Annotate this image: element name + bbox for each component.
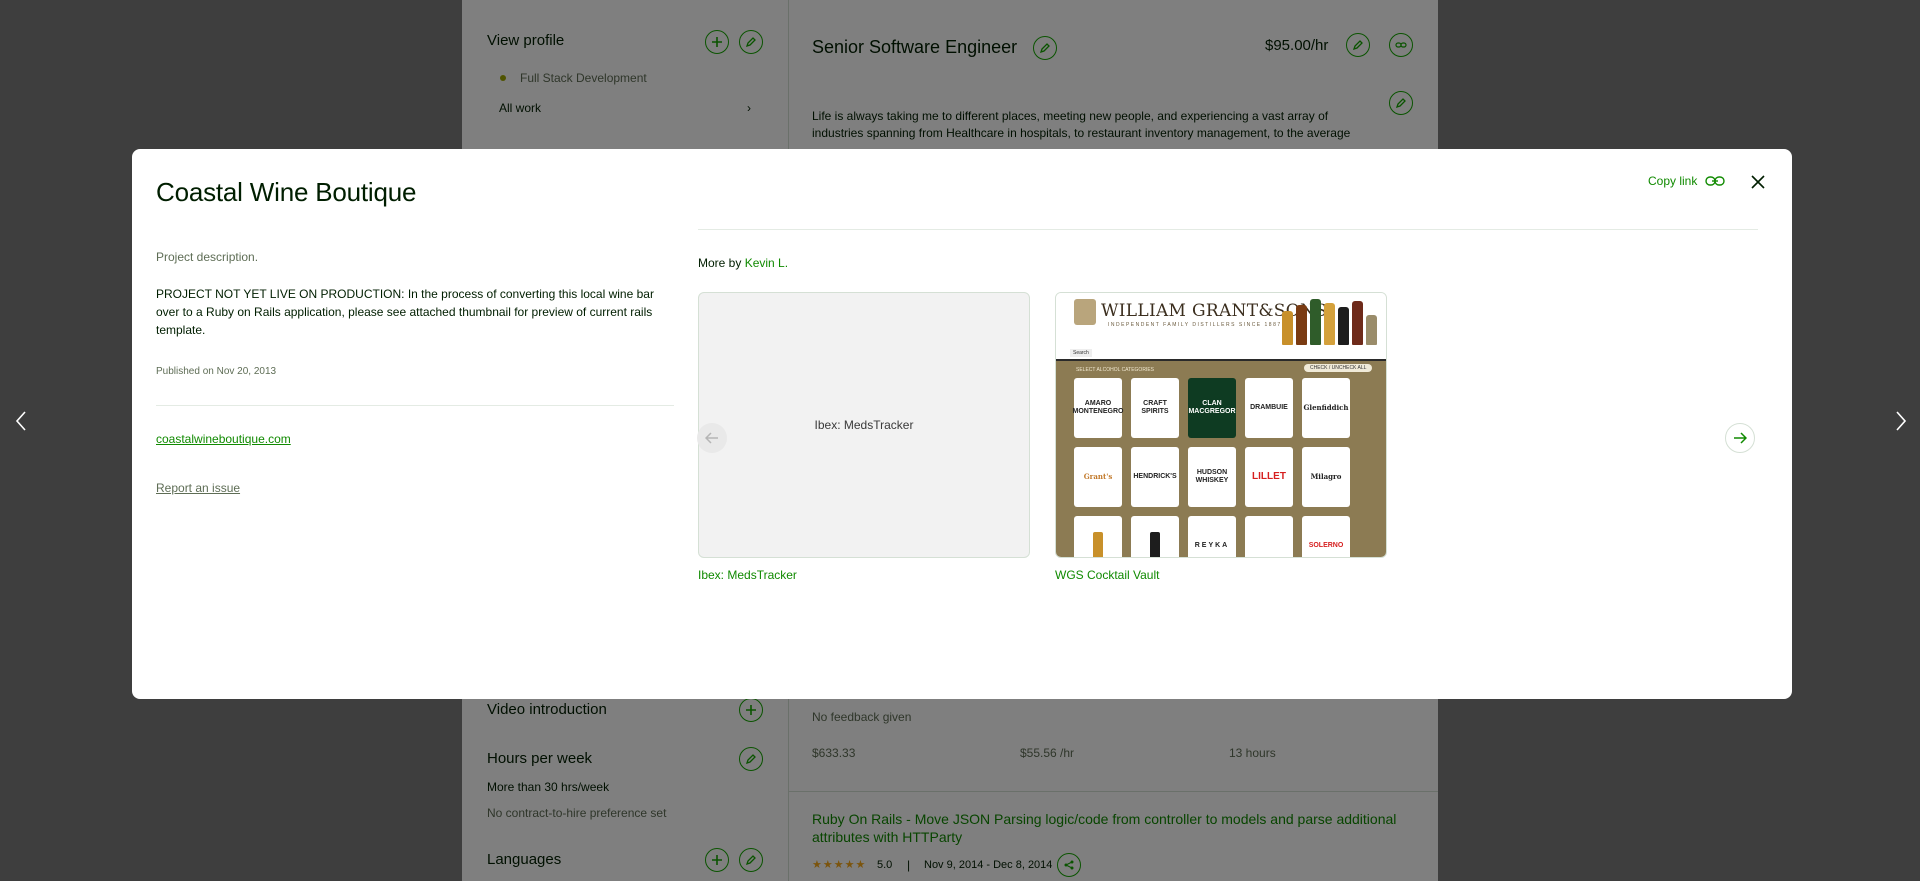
close-icon <box>1751 175 1765 189</box>
published-date: Published on Nov 20, 2013 <box>156 366 277 377</box>
brand-tile: HUDSON WHISKEY <box>1188 447 1236 507</box>
carousel-next-button[interactable] <box>1725 423 1755 453</box>
bottles-image <box>1282 297 1377 345</box>
arrow-left-icon <box>705 432 718 444</box>
chevron-right-icon <box>1896 411 1907 431</box>
project-thumbnail[interactable]: WILLIAM GRANT&SONS INDEPENDENT FAMILY DI… <box>1055 292 1387 558</box>
search-tab: Search <box>1070 349 1092 357</box>
thumbnail-placeholder-text: Ibex: MedsTracker <box>814 418 914 432</box>
brand-tile: CLAN MACGREGOR <box>1188 378 1236 438</box>
header-divider <box>698 229 1758 230</box>
project-thumbnail[interactable]: Ibex: MedsTracker <box>698 292 1030 558</box>
project-card[interactable]: WILLIAM GRANT&SONS INDEPENDENT FAMILY DI… <box>1055 292 1387 582</box>
brand-tile: LILLET <box>1245 447 1293 507</box>
brand-tile <box>1245 516 1293 557</box>
brand-grid: AMARO MONTENEGRO CRAFT SPIRITS CLAN MACG… <box>1073 378 1350 557</box>
brand-tile: DRAMBUIE <box>1245 378 1293 438</box>
brand-tile <box>1131 516 1179 557</box>
project-title: Coastal Wine Boutique <box>156 177 417 207</box>
chevron-left-icon <box>15 411 26 431</box>
copy-link-label: Copy link <box>1648 174 1698 188</box>
link-icon <box>1705 176 1726 186</box>
report-issue-link[interactable]: Report an issue <box>156 481 240 495</box>
project-modal: Coastal Wine Boutique Copy link Project … <box>132 149 1792 699</box>
arrow-right-icon <box>1734 432 1747 444</box>
project-card-title[interactable]: WGS Cocktail Vault <box>1055 568 1387 582</box>
close-button[interactable] <box>1746 170 1770 194</box>
description-label: Project description. <box>156 250 259 264</box>
brand-tile: AMARO MONTENEGRO <box>1073 378 1123 438</box>
brand-tagline: INDEPENDENT FAMILY DISTILLERS SINCE 1887 <box>1108 322 1282 328</box>
crest-logo <box>1074 299 1096 325</box>
project-card[interactable]: Ibex: MedsTracker Ibex: MedsTracker <box>698 292 1030 582</box>
author-link[interactable]: Kevin L. <box>745 256 788 270</box>
brand-tile: CRAFT SPIRITS <box>1131 378 1179 438</box>
check-all-label: CHECK / UNCHECK ALL <box>1304 364 1373 372</box>
select-categories-label: SELECT ALCOHOL CATEGORIES <box>1076 367 1154 373</box>
brand-tile: REYKA <box>1188 516 1236 557</box>
brand-tile: Grant's <box>1074 447 1122 507</box>
brand-tile: HENDRICK'S <box>1131 447 1179 507</box>
copy-link-button[interactable]: Copy link <box>1648 174 1726 188</box>
brand-tile: Milagro <box>1302 447 1350 507</box>
more-by-heading: More by Kevin L. <box>698 256 788 270</box>
previous-project-button[interactable] <box>8 408 34 434</box>
project-website-link[interactable]: coastalwineboutique.com <box>156 432 291 446</box>
thumbnail-header: WILLIAM GRANT&SONS INDEPENDENT FAMILY DI… <box>1056 293 1386 361</box>
brand-tile: SOLERNO <box>1302 516 1350 557</box>
category-panel: SELECT ALCOHOL CATEGORIES CHECK / UNCHEC… <box>1056 361 1386 557</box>
next-project-button[interactable] <box>1888 408 1914 434</box>
project-description: PROJECT NOT YET LIVE ON PRODUCTION: In t… <box>156 287 654 337</box>
brand-tile: Glenfiddich <box>1302 378 1350 438</box>
more-by-prefix: More by <box>698 256 745 270</box>
project-card-title[interactable]: Ibex: MedsTracker <box>698 568 1030 582</box>
divider <box>156 405 674 406</box>
carousel-prev-button[interactable] <box>697 423 727 453</box>
brand-tile <box>1074 516 1122 557</box>
